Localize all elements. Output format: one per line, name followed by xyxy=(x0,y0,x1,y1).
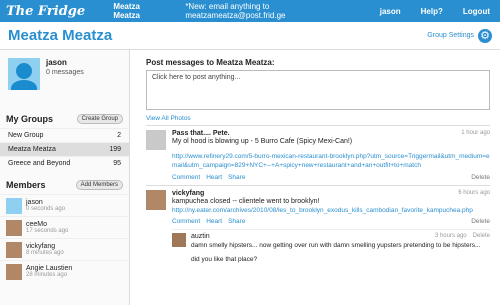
delete-button[interactable]: Delete xyxy=(471,218,490,225)
reply-text-2: did you like that place? xyxy=(191,255,258,263)
member-time: 17 seconds ago xyxy=(26,228,69,234)
sidebar-item-meatza-meatza[interactable]: Meatza Meatza 199 xyxy=(0,142,129,156)
profile-card: jason 0 messages xyxy=(0,50,129,110)
fridge-logo[interactable]: The Fridge xyxy=(0,4,103,19)
share-button[interactable]: Share xyxy=(228,218,245,225)
member-name[interactable]: Angie Laustien xyxy=(26,265,72,272)
post-input[interactable]: Click here to post anything... xyxy=(146,70,490,110)
composer-label: Post messages to Meatza Meatza: xyxy=(146,58,275,67)
profile-message-count: 0 messages xyxy=(46,69,84,76)
reply-delete-button[interactable]: Delete xyxy=(473,233,490,240)
comment-button[interactable]: Comment xyxy=(172,174,200,181)
list-item[interactable]: ceeMo 17 seconds ago xyxy=(0,216,129,238)
group-name: New Group xyxy=(8,132,44,139)
page-title: Meatza Meatza xyxy=(8,27,113,44)
list-item[interactable]: vickyfang 8 minutes ago xyxy=(0,238,129,260)
avatar[interactable] xyxy=(6,241,22,258)
members-title: Members xyxy=(6,180,46,190)
group-name: Meatza Meatza xyxy=(8,146,56,153)
sidebar-item-greece-and-beyond[interactable]: Greece and Beyond 95 xyxy=(0,156,129,170)
nav-group-link[interactable]: Meatza Meatza xyxy=(103,2,175,20)
message-time: 1 hour ago xyxy=(461,130,490,136)
avatar[interactable] xyxy=(8,58,40,90)
member-name[interactable]: ceeMo xyxy=(26,221,68,228)
message-text: kampuchea closed -- clientele went to br… xyxy=(172,197,320,205)
list-item[interactable]: jason 0 seconds ago xyxy=(0,194,129,216)
group-count: 2 xyxy=(117,132,121,139)
avatar[interactable] xyxy=(6,263,22,280)
email-notice[interactable]: *New: email anything to meatzameatza@pos… xyxy=(175,2,369,20)
members-header: Members Add Members xyxy=(0,176,129,194)
nav-help-link[interactable]: Help? xyxy=(411,7,453,16)
my-groups-header: My Groups Create Group xyxy=(0,110,129,128)
message-author[interactable]: vickyfang xyxy=(172,190,204,197)
sidebar-item-new-group[interactable]: New Group 2 xyxy=(0,128,129,142)
group-settings-link[interactable]: Group Settings ⚙ xyxy=(427,28,492,43)
sidebar: jason 0 messages My Groups Create Group … xyxy=(0,50,130,305)
message-link[interactable]: http://www.refinery29.com/5-burro-mexica… xyxy=(172,153,490,171)
create-group-button[interactable]: Create Group xyxy=(76,114,123,124)
message-time: 6 hours ago xyxy=(458,189,490,196)
add-members-button[interactable]: Add Members xyxy=(75,180,123,190)
my-groups-title: My Groups xyxy=(6,114,54,124)
group-header: Meatza Meatza Group Settings ⚙ xyxy=(0,22,500,50)
message-feed: Post messages to Meatza Meatza: Click he… xyxy=(130,50,500,305)
group-count: 95 xyxy=(113,160,121,167)
message-text: My ol hood is blowing up - 5 Burro Cafe … xyxy=(172,138,353,145)
message-author[interactable]: Pass that.... Pete. xyxy=(172,130,230,137)
member-name[interactable]: jason xyxy=(26,199,65,206)
reply-text: damn smelly hipsters... now getting over… xyxy=(191,242,481,250)
member-time: 8 minutes ago xyxy=(26,250,64,256)
avatar[interactable] xyxy=(6,219,22,236)
group-name: Greece and Beyond xyxy=(8,160,71,167)
reply-time: 3 hours ago xyxy=(434,233,467,240)
heart-button[interactable]: Heart xyxy=(206,218,222,225)
avatar[interactable] xyxy=(6,197,22,214)
share-button[interactable]: Share xyxy=(228,174,245,181)
avatar[interactable] xyxy=(172,233,186,248)
message-item: Pass that.... Pete. 1 hour ago My ol hoo… xyxy=(146,125,490,185)
heart-button[interactable]: Heart xyxy=(206,174,222,181)
top-nav-bar: The Fridge Meatza Meatza *New: email any… xyxy=(0,0,500,22)
list-item[interactable]: Angie Laustien 28 minutes ago xyxy=(0,260,129,282)
nav-logout-link[interactable]: Logout xyxy=(453,7,500,16)
reply-item: auztin 3 hours ago Delete damn smelly hi… xyxy=(172,229,490,264)
member-time: 0 seconds ago xyxy=(26,206,66,212)
view-all-photos-link[interactable]: View All Photos xyxy=(146,115,490,122)
gear-icon[interactable]: ⚙ xyxy=(478,28,492,43)
message-link[interactable]: http://ny.eater.com/archives/2010/08/les… xyxy=(172,207,490,216)
avatar[interactable] xyxy=(146,130,166,150)
nav-user-link[interactable]: jason xyxy=(370,7,411,16)
reply-author[interactable]: auztin xyxy=(191,233,210,240)
profile-name[interactable]: jason xyxy=(46,58,84,67)
delete-button[interactable]: Delete xyxy=(471,174,490,181)
group-count: 199 xyxy=(109,146,121,153)
avatar[interactable] xyxy=(146,189,166,210)
group-settings-label[interactable]: Group Settings xyxy=(427,32,474,39)
comment-button[interactable]: Comment xyxy=(172,218,200,225)
member-name[interactable]: vickyfang xyxy=(26,243,64,250)
member-time: 28 minutes ago xyxy=(26,272,68,278)
message-item: vickyfang 6 hours ago kampuchea closed -… xyxy=(146,184,490,269)
